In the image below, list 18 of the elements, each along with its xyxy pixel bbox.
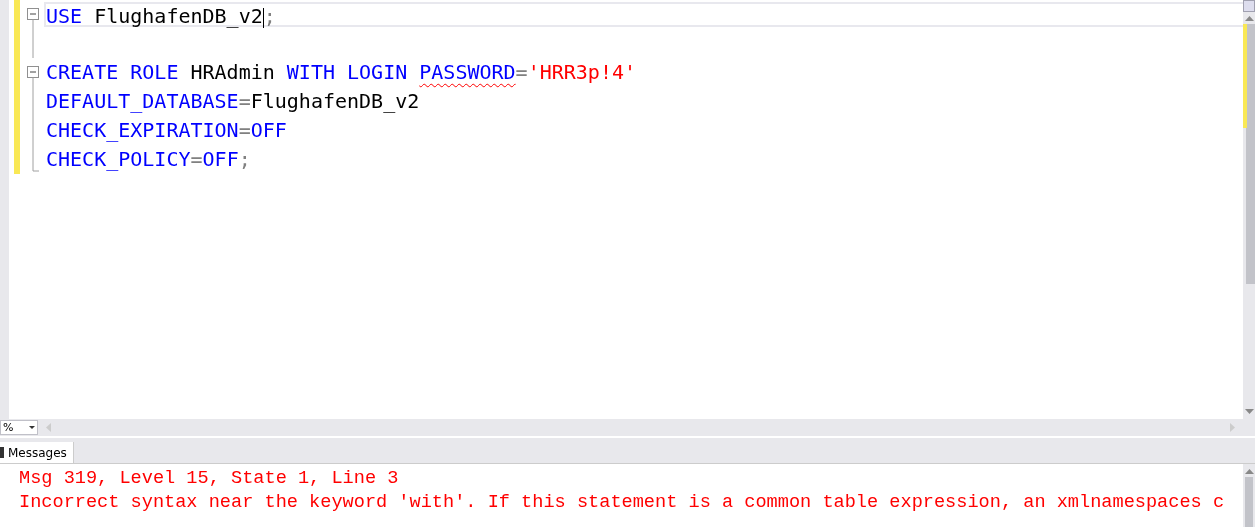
zoom-dropdown[interactable]: % — [0, 420, 38, 435]
split-icon[interactable] — [1243, 0, 1255, 12]
scroll-up-icon[interactable] — [1244, 469, 1254, 474]
error-message: Incorrect syntax near the keyword 'with'. If this statement is a common table expression, an xmlnamespaces c — [19, 491, 1226, 515]
code-line: USE FlughafenDB_v2; — [44, 2, 1243, 27]
caret-icon — [29, 426, 35, 429]
code-line: DEFAULT_DATABASE=FlughafenDB_v2 — [46, 89, 421, 114]
code-line: CHECK_EXPIRATION=OFF — [46, 118, 288, 143]
document-icon — [0, 447, 4, 458]
scrollbar-thumb[interactable] — [1245, 477, 1253, 527]
text-cursor — [262, 7, 264, 28]
scrollbar-thumb[interactable] — [1246, 24, 1255, 284]
scroll-down-icon[interactable] — [1244, 409, 1254, 414]
error-message: Msg 319, Level 15, State 1, Line 3 — [19, 467, 400, 491]
code-line: CREATE ROLE HRAdmin WITH LOGIN PASSWORD='HRR3p!4' — [46, 60, 638, 85]
code-line: CHECK_POLICY=OFF; — [46, 147, 252, 172]
messages-tab[interactable]: Messages — [0, 442, 74, 463]
scroll-up-icon[interactable] — [1244, 16, 1254, 21]
